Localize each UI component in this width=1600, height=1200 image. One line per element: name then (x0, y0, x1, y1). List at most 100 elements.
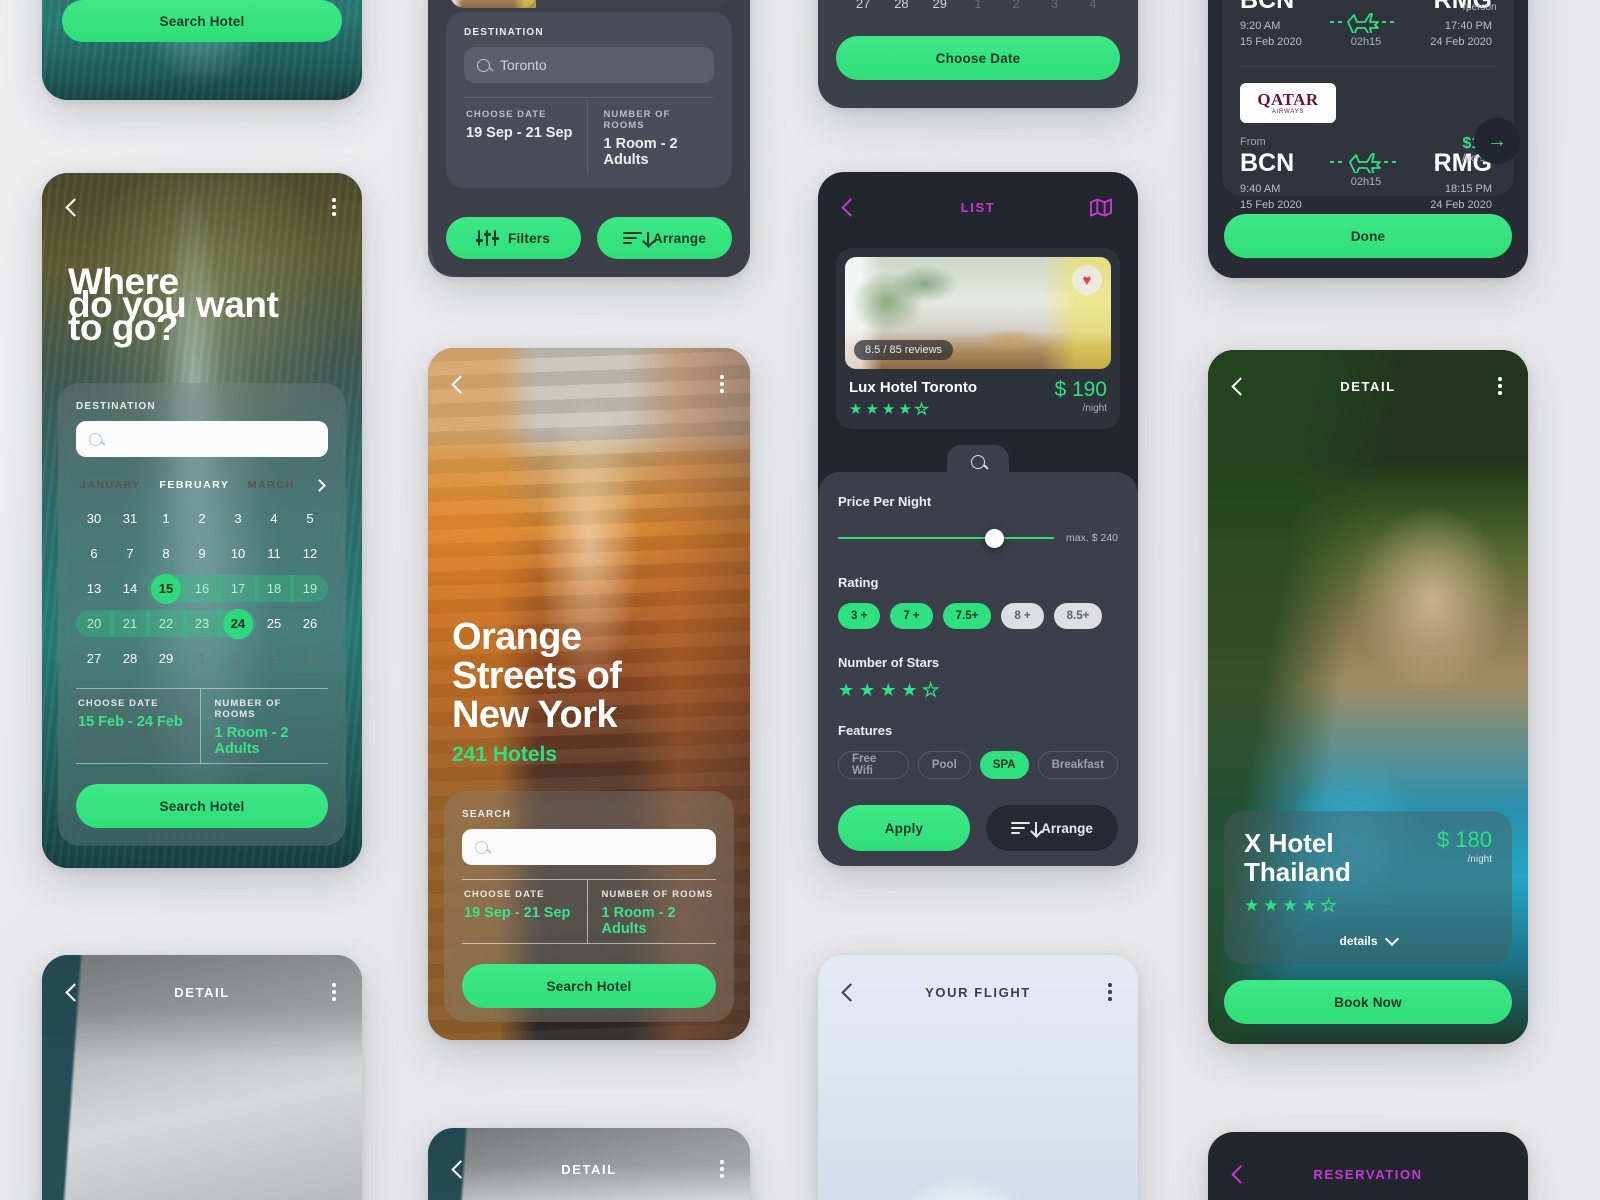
cal-day[interactable]: 11 (256, 540, 292, 567)
cal-day[interactable]: 3 (1035, 0, 1073, 17)
cal-day[interactable]: 2 (997, 0, 1035, 17)
search-hotel-button[interactable]: Search Hotel (462, 964, 716, 1008)
map-icon[interactable] (1090, 198, 1112, 217)
filters-button[interactable]: Filters (446, 217, 581, 259)
hotel-preview-strip[interactable]: 8.5 / 85 reviews $ 200 /night (450, 0, 728, 8)
price-slider[interactable] (838, 527, 1055, 549)
rating-chip[interactable]: 7 + (890, 603, 933, 629)
cal-day[interactable]: 6 (76, 540, 112, 567)
hotel-card[interactable]: ♥ 8.5 / 85 reviews Lux Hotel Toronto ★ ★… (836, 248, 1120, 429)
destination-input[interactable]: Toronto (464, 47, 714, 83)
destination-input[interactable] (76, 421, 328, 457)
cal-day[interactable]: 29 (921, 0, 959, 17)
rating-chip[interactable]: 8 + (1001, 603, 1044, 629)
arrange-label: Arrange (652, 230, 707, 246)
cal-day[interactable]: 1 (959, 0, 997, 17)
star-empty[interactable]: ★ (922, 680, 939, 699)
back-icon[interactable] (451, 374, 470, 394)
cal-day[interactable]: 1 (148, 505, 184, 532)
cal-day[interactable]: 4 (1074, 0, 1112, 17)
cal-day[interactable]: 28 (882, 0, 920, 17)
cal-day[interactable]: 19 (290, 575, 328, 602)
search-hotel-button[interactable]: Search Hotel (76, 784, 328, 828)
slider-knob[interactable] (984, 528, 1004, 548)
cal-day[interactable]: 7 (112, 540, 148, 567)
cal-day[interactable]: 14 (112, 575, 148, 602)
arrange-button[interactable]: Arrange (986, 805, 1118, 851)
choose-date-cell[interactable]: CHOOSE DATE 19 Sep - 21 Sep (464, 100, 588, 174)
cal-day[interactable]: 25 (256, 610, 292, 637)
star-filled[interactable]: ★ (859, 681, 875, 699)
cal-day[interactable]: 20 (76, 610, 114, 637)
search-hotel-button[interactable]: Search Hotel (62, 0, 342, 42)
back-icon[interactable] (65, 197, 84, 217)
flight2-duration: 02h15 (1350, 176, 1382, 188)
cal-day[interactable]: 22 (146, 610, 186, 637)
cal-day[interactable]: 9 (184, 540, 220, 567)
rating-chip[interactable]: 3 + (838, 603, 881, 629)
cal-day[interactable]: 8 (148, 540, 184, 567)
cal-day[interactable]: 18 (254, 575, 294, 602)
search-input[interactable] (462, 829, 716, 865)
cal-day[interactable]: 17 (218, 575, 258, 602)
search-tab-button[interactable] (947, 445, 1009, 479)
rating-chip[interactable]: 7.5+ (942, 603, 992, 629)
cal-day[interactable]: 10 (220, 540, 256, 567)
cal-day[interactable]: 1 (184, 645, 220, 672)
rooms-cell[interactable]: NUMBER OF ROOMS 1 Room - 2 Adults (201, 689, 329, 763)
details-toggle[interactable]: details (1244, 931, 1492, 948)
cal-day[interactable]: 21 (110, 610, 150, 637)
cal-day[interactable]: 4 (256, 505, 292, 532)
cal-day[interactable]: 4 (292, 645, 328, 672)
feature-chip[interactable]: Free Wifi (838, 751, 909, 779)
cal-day[interactable]: 5 (292, 505, 328, 532)
cal-day[interactable]: 23 (182, 610, 222, 637)
stars-filter[interactable]: ★ ★ ★ ★ ★ (838, 680, 1118, 699)
feature-chip[interactable]: SPA (979, 751, 1029, 779)
cal-day-range-end[interactable]: 24 (218, 608, 256, 639)
cal-day[interactable]: 12 (292, 540, 328, 567)
flight-row[interactable]: BCN 9:20 AM 15 Feb 2020 02h15 RMG 17:40 (1240, 0, 1498, 48)
hotel-stars: ★ ★ ★ ★ ★ (1244, 896, 1492, 914)
star-filled[interactable]: ★ (901, 681, 917, 699)
favorite-heart-icon[interactable]: ♥ (1072, 265, 1102, 295)
cal-day[interactable]: 27 (76, 645, 112, 672)
arrange-button[interactable]: Arrange (597, 217, 732, 259)
cal-day[interactable]: 2 (220, 645, 256, 672)
feature-chip[interactable]: Breakfast (1037, 751, 1118, 779)
cal-day[interactable]: 2 (184, 505, 220, 532)
cal-day[interactable]: 27 (844, 0, 882, 17)
rating-chip[interactable]: 8.5+ (1053, 603, 1103, 629)
done-button[interactable]: Done (1224, 214, 1512, 258)
more-options-icon[interactable] (332, 198, 336, 216)
cal-day[interactable]: 13 (76, 575, 112, 602)
cal-day[interactable]: 31 (112, 505, 148, 532)
month-next-arrow-icon[interactable] (313, 478, 326, 492)
star-filled[interactable]: ★ (838, 681, 854, 699)
cal-day-range-start[interactable]: 15 (148, 573, 186, 604)
cal-day[interactable]: 26 (292, 610, 328, 637)
date-rooms-row: CHOOSE DATE 19 Sep - 21 Sep NUMBER OF RO… (462, 880, 716, 943)
flight2-select-arrow-button[interactable]: → (1474, 118, 1520, 164)
flight-row[interactable]: QATAR AIRWAYS From To BCN 9:40 AM (1240, 83, 1498, 211)
airplane-icon (1330, 153, 1398, 173)
month-next[interactable]: MARCH (248, 479, 295, 491)
apply-button[interactable]: Apply (838, 805, 970, 851)
choose-date-cell[interactable]: CHOOSE DATE 15 Feb - 24 Feb (76, 689, 201, 763)
choose-date-button[interactable]: Choose Date (836, 36, 1120, 80)
rooms-cell[interactable]: NUMBER OF ROOMS 1 Room - 2 Adults (588, 100, 715, 174)
cal-day[interactable]: 3 (220, 505, 256, 532)
cal-day[interactable]: 30 (76, 505, 112, 532)
feature-chip[interactable]: Pool (917, 751, 971, 779)
cal-day[interactable]: 16 (182, 575, 222, 602)
month-prev[interactable]: JANUARY (80, 479, 141, 491)
book-now-button[interactable]: Book Now (1224, 980, 1512, 1024)
cal-day[interactable]: 29 (148, 645, 184, 672)
chevron-down-icon[interactable] (1384, 931, 1399, 946)
star-filled[interactable]: ★ (880, 681, 896, 699)
choose-date-cell[interactable]: CHOOSE DATE 19 Sep - 21 Sep (462, 880, 588, 943)
cal-day[interactable]: 3 (256, 645, 292, 672)
more-options-icon[interactable] (720, 375, 724, 393)
rooms-cell[interactable]: NUMBER OF ROOMS 1 Room - 2 Adults (588, 880, 717, 943)
cal-day[interactable]: 28 (112, 645, 148, 672)
